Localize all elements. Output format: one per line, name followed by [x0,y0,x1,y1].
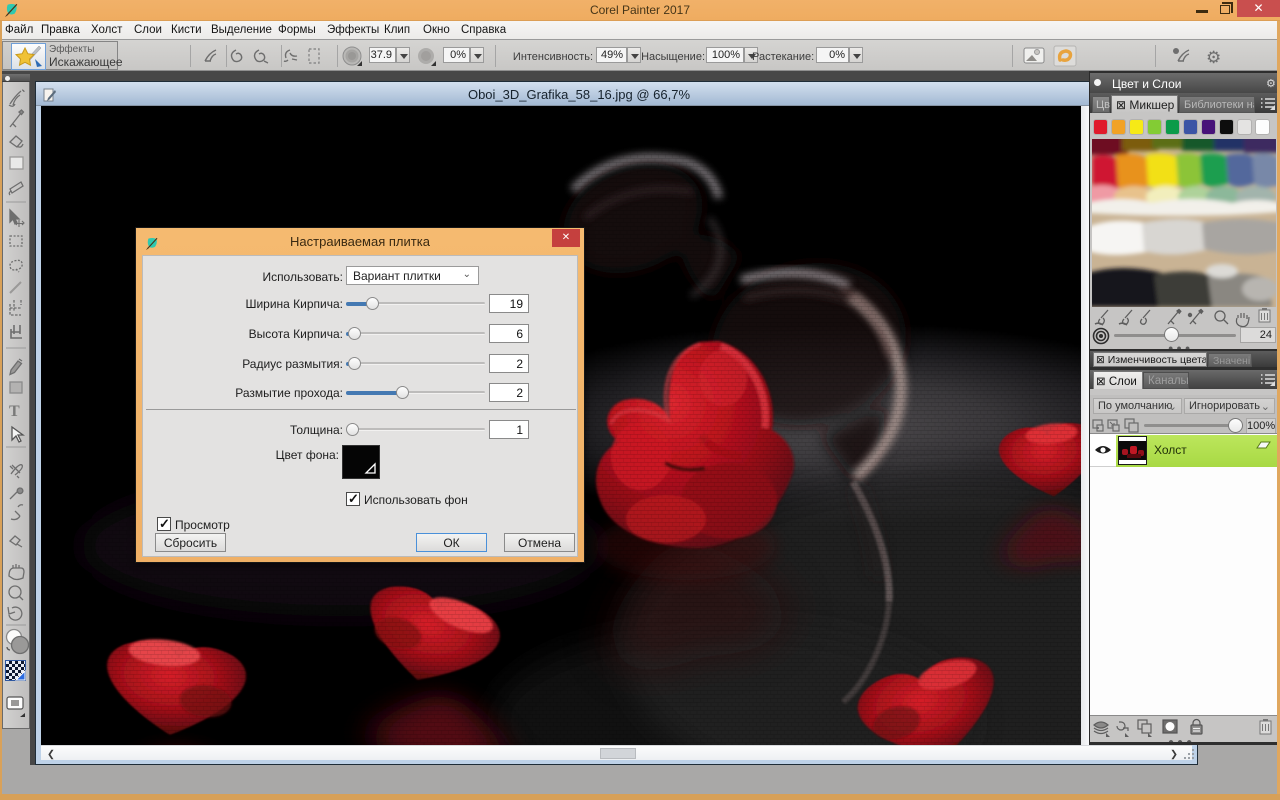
svg-text:⚙: ⚙ [1206,48,1221,67]
svg-text:T: T [9,403,20,420]
